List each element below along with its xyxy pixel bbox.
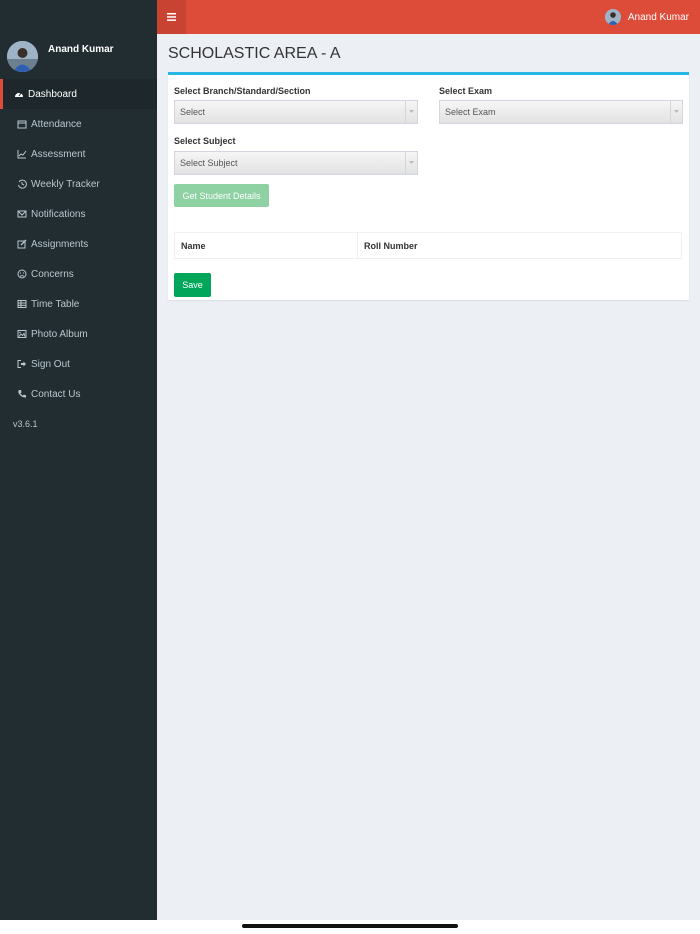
subject-select-value: Select Subject bbox=[180, 158, 238, 168]
table-icon bbox=[16, 299, 27, 310]
edit-icon bbox=[16, 239, 27, 250]
branch-label: Select Branch/Standard/Section bbox=[174, 86, 311, 96]
subject-select[interactable]: Select Subject bbox=[174, 151, 418, 175]
history-icon bbox=[16, 179, 27, 190]
sidebar-item-label: Attendance bbox=[31, 118, 82, 130]
subject-label: Select Subject bbox=[174, 136, 236, 146]
sidebar-item-attendance[interactable]: Attendance bbox=[0, 109, 157, 139]
header-user-name: Anand Kumar bbox=[627, 11, 689, 23]
sidebar-item-time-table[interactable]: Time Table bbox=[0, 289, 157, 319]
header-avatar bbox=[604, 9, 621, 25]
sidebar-item-label: Photo Album bbox=[31, 328, 88, 340]
save-button[interactable]: Save bbox=[174, 273, 211, 297]
calendar-icon bbox=[16, 119, 27, 130]
user-panel: Anand Kumar bbox=[0, 0, 157, 78]
branch-select[interactable]: Select bbox=[174, 100, 418, 124]
chevron-down-icon bbox=[405, 101, 417, 123]
sidebar-item-label: Time Table bbox=[31, 298, 80, 310]
column-header-roll-number: Roll Number bbox=[364, 240, 418, 251]
frown-icon bbox=[16, 269, 27, 280]
sidebar-item-label: Notifications bbox=[31, 208, 86, 220]
sidebar-user-name: Anand Kumar bbox=[48, 44, 114, 55]
top-header: Anand Kumar bbox=[157, 0, 700, 34]
phone-icon bbox=[16, 389, 27, 400]
envelope-icon bbox=[16, 209, 27, 220]
exam-select-value: Select Exam bbox=[445, 107, 496, 117]
avatar bbox=[7, 41, 38, 72]
line-chart-icon bbox=[16, 149, 27, 160]
sidebar-menu: Dashboard Attendance Assessment Weekly T… bbox=[0, 79, 157, 409]
branch-select-value: Select bbox=[180, 107, 206, 117]
sidebar-item-weekly-tracker[interactable]: Weekly Tracker bbox=[0, 169, 157, 199]
sidebar-item-label: Sign Out bbox=[31, 358, 70, 370]
sidebar-item-contact-us[interactable]: Contact Us bbox=[0, 379, 157, 409]
form-box: Select Branch/Standard/Section Select Se… bbox=[168, 72, 689, 300]
sidebar-item-concerns[interactable]: Concerns bbox=[0, 259, 157, 289]
sidebar-item-label: Weekly Tracker bbox=[31, 178, 100, 190]
sign-out-icon bbox=[16, 359, 27, 370]
sidebar: Anand Kumar Dashboard Attendance Assessm… bbox=[0, 0, 157, 920]
exam-label: Select Exam bbox=[439, 86, 493, 96]
sidebar-item-notifications[interactable]: Notifications bbox=[0, 199, 157, 229]
column-header-name: Name bbox=[175, 233, 358, 258]
students-table-header: Name Roll Number bbox=[174, 232, 682, 259]
home-indicator bbox=[242, 924, 458, 928]
dashboard-icon bbox=[13, 89, 24, 100]
sidebar-item-label: Assignments bbox=[31, 238, 89, 250]
sidebar-item-sign-out[interactable]: Sign Out bbox=[0, 349, 157, 379]
sidebar-item-label: Assessment bbox=[31, 148, 86, 160]
chevron-down-icon bbox=[670, 101, 682, 123]
hamburger-icon bbox=[167, 8, 176, 26]
page-title: SCHOLASTIC AREA - A bbox=[168, 45, 341, 62]
header-user-menu[interactable]: Anand Kumar bbox=[604, 9, 689, 25]
version-label: v3.6.1 bbox=[13, 419, 38, 429]
sidebar-item-label: Dashboard bbox=[28, 88, 77, 100]
image-icon bbox=[16, 329, 27, 340]
sidebar-item-photo-album[interactable]: Photo Album bbox=[0, 319, 157, 349]
sidebar-item-label: Contact Us bbox=[31, 388, 81, 400]
get-student-details-button[interactable]: Get Student Details bbox=[174, 184, 269, 207]
exam-select[interactable]: Select Exam bbox=[439, 100, 683, 124]
sidebar-item-assessment[interactable]: Assessment bbox=[0, 139, 157, 169]
sidebar-item-assignments[interactable]: Assignments bbox=[0, 229, 157, 259]
sidebar-toggle-button[interactable] bbox=[157, 0, 186, 34]
chevron-down-icon bbox=[405, 152, 417, 174]
sidebar-item-label: Concerns bbox=[31, 268, 74, 280]
sidebar-item-dashboard[interactable]: Dashboard bbox=[0, 79, 157, 109]
